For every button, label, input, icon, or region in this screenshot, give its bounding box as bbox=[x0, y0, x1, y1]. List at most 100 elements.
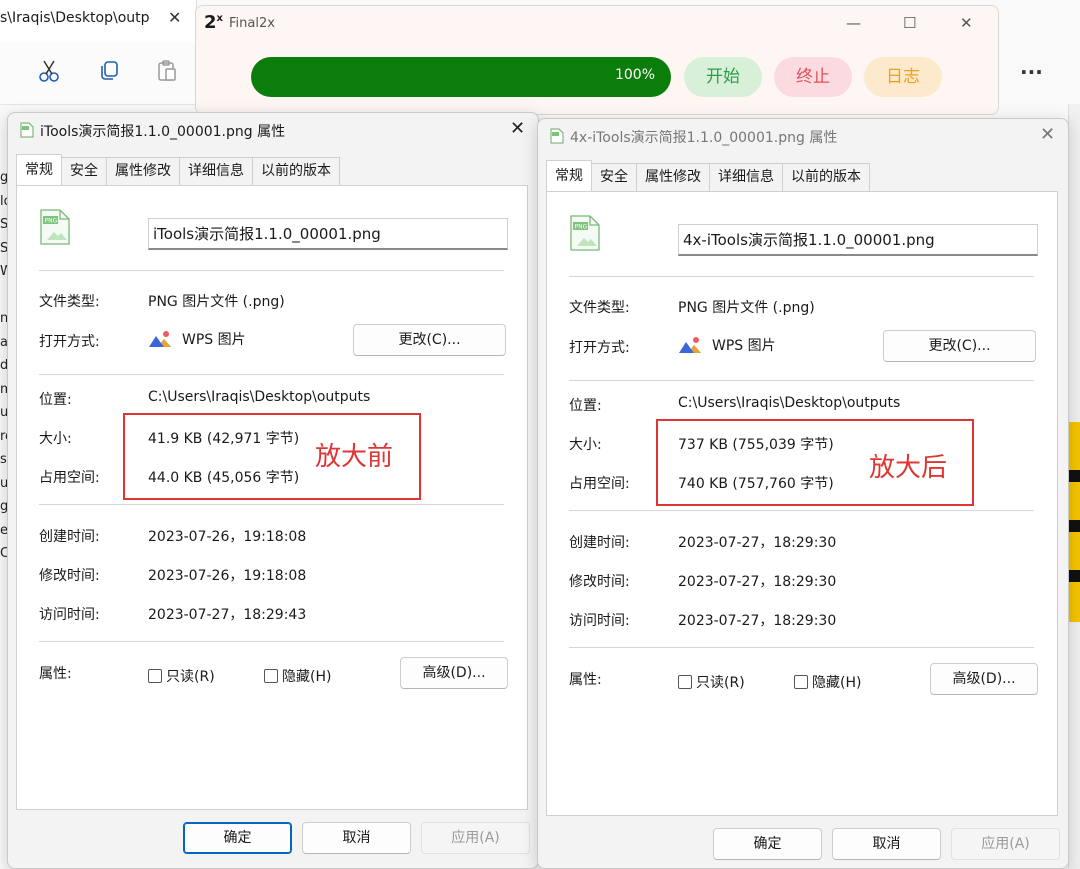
copy-icon[interactable] bbox=[96, 58, 122, 84]
filename-field[interactable]: iTools演示简报1.1.0_00001.png bbox=[148, 218, 508, 250]
hidden-label: 隐藏(H) bbox=[282, 669, 332, 685]
change-button[interactable]: 更改(C)... bbox=[883, 330, 1036, 362]
progress-bar: 100% bbox=[251, 57, 671, 97]
ok-button[interactable]: 确定 bbox=[713, 828, 822, 860]
log-button[interactable]: 日志 bbox=[864, 57, 942, 97]
apply-button[interactable]: 应用(A) bbox=[421, 822, 530, 854]
advanced-button[interactable]: 高级(D)... bbox=[400, 657, 508, 689]
start-button[interactable]: 开始 bbox=[684, 57, 762, 97]
checkbox-box[interactable] bbox=[264, 669, 278, 683]
hidden-checkbox[interactable]: 隐藏(H) bbox=[794, 672, 861, 692]
general-panel: PNG iTools演示简报1.1.0_00001.png 文件类型: PNG … bbox=[16, 185, 528, 810]
checkbox-box[interactable] bbox=[148, 669, 162, 683]
tab-general[interactable]: 常规 bbox=[16, 154, 62, 185]
background-image-stripe bbox=[1068, 470, 1080, 482]
close-icon[interactable]: ✕ bbox=[1040, 124, 1055, 145]
opens-with-value: WPS 图片 bbox=[182, 332, 246, 348]
apply-button[interactable]: 应用(A) bbox=[951, 828, 1060, 860]
checkbox-box[interactable] bbox=[678, 675, 692, 689]
opens-with-label: 打开方式: bbox=[39, 334, 100, 350]
svg-text:PNG: PNG bbox=[575, 224, 588, 231]
tab-previous-versions[interactable]: 以前的版本 bbox=[782, 163, 870, 191]
file-type-label: 文件类型: bbox=[39, 294, 100, 310]
divider bbox=[39, 504, 504, 505]
modified-value: 2023-07-27，18:29:30 bbox=[678, 574, 837, 590]
paste-icon[interactable] bbox=[154, 58, 180, 84]
tab-attribute-edit[interactable]: 属性修改 bbox=[106, 157, 180, 185]
more-options-icon[interactable]: ··· bbox=[1020, 60, 1043, 84]
tab-bar: 常规 安全 属性修改 详细信息 以前的版本 bbox=[546, 160, 870, 191]
location-value: C:\Users\Iraqis\Desktop\outputs bbox=[678, 395, 901, 411]
properties-dialog-before: iTools演示简报1.1.0_00001.png 属性 ✕ 常规 安全 属性修… bbox=[7, 112, 539, 869]
divider bbox=[39, 270, 504, 271]
readonly-label: 只读(R) bbox=[696, 675, 745, 691]
change-button[interactable]: 更改(C)... bbox=[353, 324, 506, 356]
tab-general[interactable]: 常规 bbox=[546, 160, 592, 191]
cancel-button[interactable]: 取消 bbox=[302, 822, 411, 854]
dialog-title: 4x-iTools演示简报1.1.0_00001.png 属性 bbox=[570, 130, 838, 146]
png-file-icon: PNG bbox=[40, 209, 70, 245]
tab-details[interactable]: 详细信息 bbox=[179, 157, 253, 185]
attributes-label: 属性: bbox=[39, 666, 72, 682]
tab-attribute-edit[interactable]: 属性修改 bbox=[636, 163, 710, 191]
explorer-tab[interactable]: s\Iraqis\Desktop\outp ✕ bbox=[0, 0, 197, 42]
opens-with-app: WPS 图片 bbox=[148, 329, 246, 349]
png-file-icon: PNG bbox=[570, 215, 600, 251]
dialog-title: iTools演示简报1.1.0_00001.png 属性 bbox=[40, 124, 286, 140]
svg-text:PNG: PNG bbox=[45, 218, 58, 225]
tab-security[interactable]: 安全 bbox=[591, 163, 637, 191]
created-label: 创建时间: bbox=[39, 529, 100, 545]
properties-dialog-after: 4x-iTools演示简报1.1.0_00001.png 属性 ✕ 常规 安全 … bbox=[537, 118, 1069, 869]
created-value: 2023-07-27，18:29:30 bbox=[678, 535, 837, 551]
explorer-toolbar bbox=[0, 42, 200, 105]
readonly-checkbox[interactable]: 只读(R) bbox=[148, 666, 215, 686]
location-value: C:\Users\Iraqis\Desktop\outputs bbox=[148, 389, 371, 405]
divider bbox=[39, 374, 504, 375]
close-icon[interactable]: ✕ bbox=[510, 118, 525, 139]
created-label: 创建时间: bbox=[569, 535, 630, 551]
maximize-icon[interactable]: ☐ bbox=[903, 14, 916, 32]
cut-icon[interactable] bbox=[36, 58, 62, 84]
background-image-stripe bbox=[1068, 520, 1080, 532]
png-file-icon bbox=[550, 128, 564, 144]
wps-image-icon bbox=[679, 337, 701, 353]
annotation-after: 放大后 bbox=[869, 453, 948, 483]
annotation-before: 放大前 bbox=[315, 442, 394, 472]
accessed-value: 2023-07-27，18:29:30 bbox=[678, 613, 837, 629]
tab-details[interactable]: 详细信息 bbox=[709, 163, 783, 191]
file-type-label: 文件类型: bbox=[569, 300, 630, 316]
size-label: 大小: bbox=[39, 431, 72, 447]
close-icon[interactable]: ✕ bbox=[960, 14, 973, 32]
accessed-label: 访问时间: bbox=[569, 613, 630, 629]
file-type-value: PNG 图片文件 (.png) bbox=[678, 300, 815, 316]
cancel-button[interactable]: 取消 bbox=[832, 828, 941, 860]
close-icon[interactable]: ✕ bbox=[168, 8, 181, 27]
final2x-window: 2x Final2x — ☐ ✕ 100% 开始 终止 日志 bbox=[195, 5, 999, 115]
created-value: 2023-07-26，19:18:08 bbox=[148, 529, 307, 545]
ok-button[interactable]: 确定 bbox=[183, 822, 292, 854]
location-label: 位置: bbox=[569, 398, 602, 414]
stop-button[interactable]: 终止 bbox=[774, 57, 852, 97]
tab-previous-versions[interactable]: 以前的版本 bbox=[252, 157, 340, 185]
checkbox-box[interactable] bbox=[794, 675, 808, 689]
hidden-label: 隐藏(H) bbox=[812, 675, 862, 691]
divider bbox=[39, 641, 504, 642]
opens-with-value: WPS 图片 bbox=[712, 338, 776, 354]
filename-field[interactable]: 4x-iTools演示简报1.1.0_00001.png bbox=[678, 224, 1038, 256]
location-label: 位置: bbox=[39, 392, 72, 408]
modified-label: 修改时间: bbox=[39, 568, 100, 584]
progress-label: 100% bbox=[614, 67, 655, 83]
opens-with-app: WPS 图片 bbox=[678, 335, 776, 355]
hidden-checkbox[interactable]: 隐藏(H) bbox=[264, 666, 331, 686]
general-panel: PNG 4x-iTools演示简报1.1.0_00001.png 文件类型: P… bbox=[546, 191, 1058, 816]
tab-security[interactable]: 安全 bbox=[61, 157, 107, 185]
modified-label: 修改时间: bbox=[569, 574, 630, 590]
minimize-icon[interactable]: — bbox=[846, 14, 861, 32]
divider bbox=[569, 276, 1034, 277]
accessed-label: 访问时间: bbox=[39, 607, 100, 623]
file-type-value: PNG 图片文件 (.png) bbox=[148, 294, 285, 310]
png-file-icon bbox=[20, 122, 34, 138]
readonly-checkbox[interactable]: 只读(R) bbox=[678, 672, 745, 692]
divider bbox=[569, 380, 1034, 381]
advanced-button[interactable]: 高级(D)... bbox=[930, 663, 1038, 695]
